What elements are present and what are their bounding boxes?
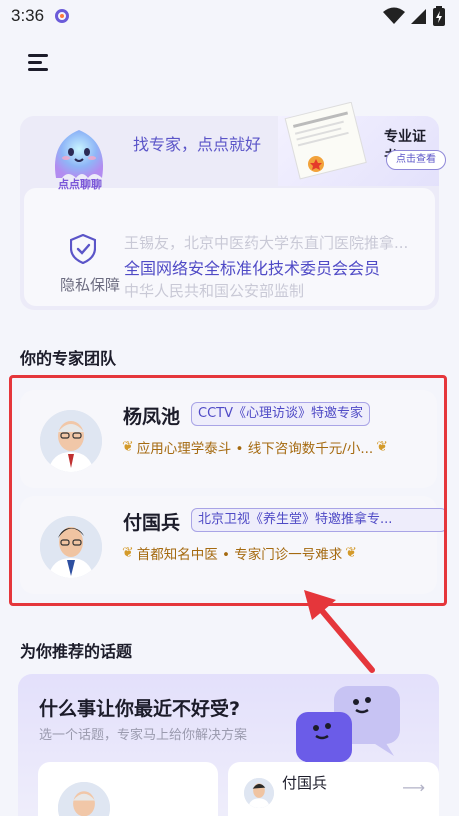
- expert-tag: CCTV《心理访谈》特邀专家: [191, 402, 370, 426]
- expert-honor: ❦ 应用心理学泰斗 • 线下咨询数千元/小... ❦: [122, 437, 388, 457]
- topic-section-title: 为你推荐的话题: [20, 642, 133, 661]
- certificate-panel[interactable]: 专业证书 点击查看: [278, 102, 446, 186]
- signal-icon: [411, 9, 426, 24]
- menu-icon-line: [28, 68, 48, 71]
- chat-bubbles-icon: [296, 686, 400, 770]
- scroll-text-line: 中华人民共和国公安部监制: [124, 282, 305, 300]
- mascot-label: 点点聊聊: [58, 178, 102, 191]
- topic-card-subtitle: 选一个话题，专家马上给你解决方案: [39, 728, 248, 743]
- menu-icon: [28, 54, 48, 57]
- laurel-icon: ❦: [345, 545, 358, 561]
- expert-honor-text: 首都知名中医 • 专家门诊一号难求: [136, 547, 343, 563]
- status-icons: [383, 6, 445, 26]
- expert-team-title: 你的专家团队: [20, 349, 117, 368]
- shield-icon: [70, 234, 96, 264]
- privacy-label: 隐私保障: [60, 276, 121, 294]
- topic-card-title: 什么事让你最近不好受?: [39, 698, 241, 720]
- arrow-annotation: [304, 590, 375, 673]
- status-time: 3:36: [11, 6, 45, 25]
- expert-tag: 北京卫视《养生堂》特邀推拿专...: [191, 508, 447, 532]
- laurel-icon: ❦: [376, 439, 388, 455]
- certificate-icon: [284, 102, 367, 180]
- battery-icon: [433, 6, 445, 26]
- expert-honor: ❦ 首都知名中医 • 专家门诊一号难求 ❦: [122, 543, 357, 563]
- status-bar: 3:36: [0, 0, 459, 32]
- view-certificate-button[interactable]: 点击查看: [386, 150, 446, 170]
- expert-card[interactable]: 付国兵 北京卫视《养生堂》特邀推拿专... ❦ 首都知名中医 • 专家门诊一号难…: [20, 496, 447, 594]
- arrow-right-icon: ⟶: [402, 778, 425, 797]
- expert-name: 杨凤池: [123, 406, 181, 428]
- find-expert-text: 找专家，点点就好: [133, 135, 262, 154]
- menu-button[interactable]: [28, 52, 52, 72]
- expert-honor-text: 应用心理学泰斗 • 线下咨询数千元/小...: [136, 441, 374, 457]
- scroll-text-line: 王锡友，北京中医药大学东直门医院推拿...: [124, 234, 409, 252]
- avatar: [40, 516, 102, 578]
- topic-expert-card[interactable]: [38, 762, 218, 816]
- avatar: [244, 778, 274, 808]
- hero-card: 点点聊聊 找专家，点点就好 专业证书 点击查看 隐私保障 王锡友，北京中医药大学…: [20, 102, 446, 310]
- expert-card[interactable]: 杨凤池 CCTV《心理访谈》特邀专家 ❦ 应用心理学泰斗 • 线下咨询数千元/小…: [20, 390, 437, 488]
- laurel-icon: ❦: [122, 545, 134, 561]
- avatar: [58, 782, 110, 816]
- laurel-icon: ❦: [122, 439, 134, 455]
- topic-expert-name: 付国兵: [282, 774, 328, 792]
- expert-name: 付国兵: [123, 512, 181, 534]
- wifi-icon: [383, 7, 405, 24]
- topic-card[interactable]: 什么事让你最近不好受? 选一个话题，专家马上给你解决方案 付国兵 ⟶: [18, 674, 439, 816]
- topic-expert-card[interactable]: 付国兵 ⟶: [228, 762, 439, 816]
- scroll-text-line: 全国网络安全标准化技术委员会会员: [124, 259, 381, 278]
- menu-icon-line: [28, 61, 42, 64]
- avatar: [40, 410, 102, 472]
- app-notification-icon: [55, 9, 69, 23]
